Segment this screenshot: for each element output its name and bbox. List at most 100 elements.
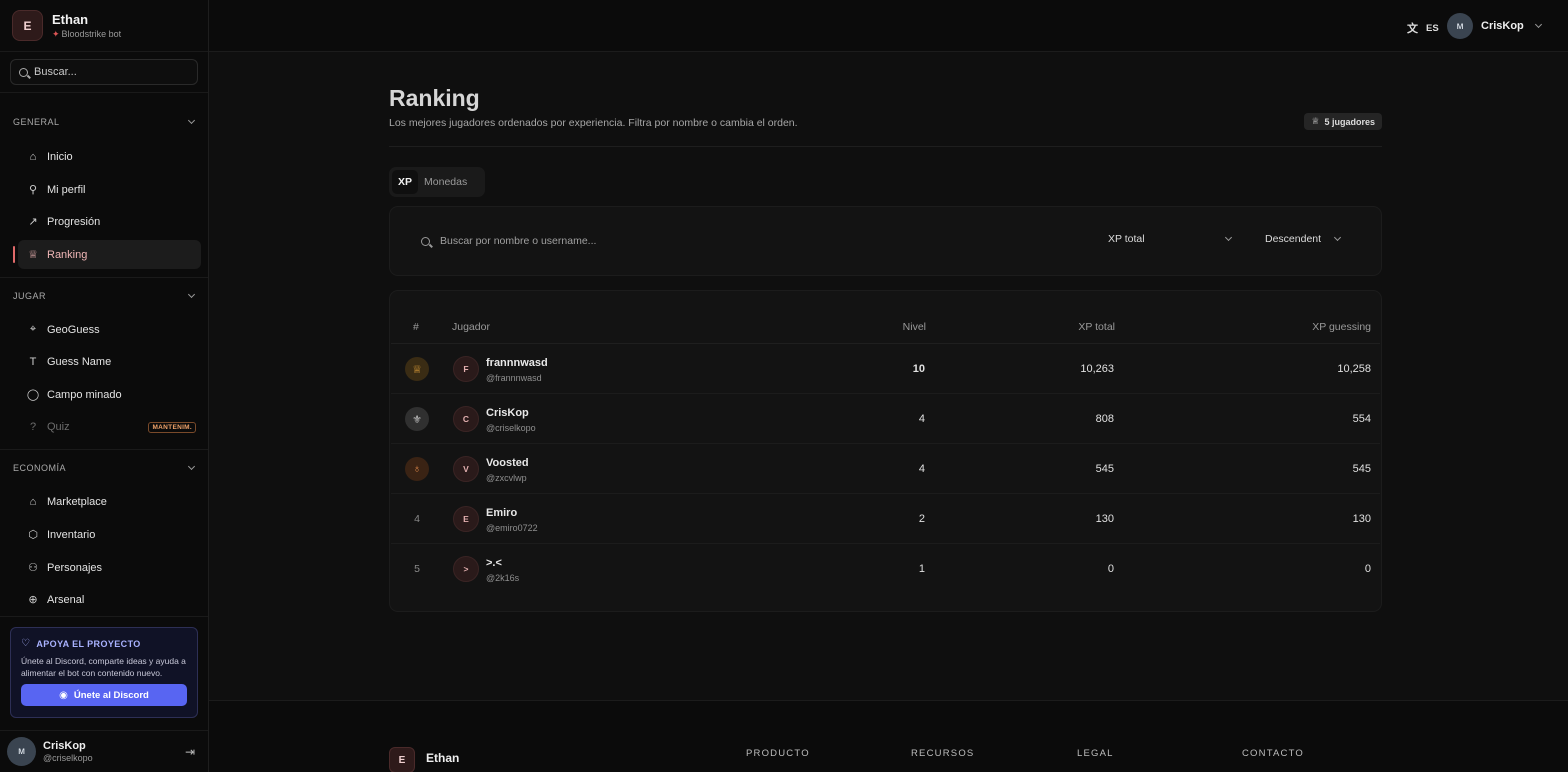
sidebar-item-campo-minado[interactable]: ◯ Campo minado: [18, 380, 201, 409]
player-rank: 4: [414, 513, 420, 525]
sidebar-item-geoguess[interactable]: ⌖ GeoGuess: [18, 315, 201, 344]
trophy-icon: ♕: [1311, 116, 1320, 126]
users-icon: ⚇: [28, 562, 38, 574]
player-xp-total: 130: [1095, 513, 1114, 525]
sidebar-item-arsenal[interactable]: ⊕ Arsenal: [18, 585, 201, 614]
chevron-down-icon: [1534, 20, 1542, 29]
player-avatar: F: [453, 356, 479, 382]
target-icon: ⊕: [28, 594, 38, 606]
player-handle: @frannnwasd: [486, 373, 542, 383]
sidebar-search[interactable]: [10, 59, 198, 85]
help-icon: ?: [29, 420, 37, 433]
footer-col-producto: PRODUCTO: [746, 748, 810, 759]
sidebar-item-guess-name[interactable]: T Guess Name: [18, 347, 201, 376]
logout-icon[interactable]: ⇥: [185, 745, 195, 759]
sidebar-item-personajes[interactable]: ⚇ Personajes: [18, 553, 201, 582]
player-name[interactable]: Voosted: [486, 457, 529, 469]
player-level: 10: [912, 363, 925, 375]
sidebar-item-quiz[interactable]: ? Quiz MANTENIM.: [18, 412, 201, 441]
chevron-down-icon: [187, 116, 196, 125]
sidebar-user[interactable]: ᴍ CrisKop @criselkopo ⇥: [0, 730, 208, 772]
sidebar-item-progresion[interactable]: ↗ Progresión: [18, 207, 201, 236]
join-discord-button[interactable]: ◉ Únete al Discord: [21, 684, 187, 706]
chevron-down-icon: [1333, 233, 1342, 242]
support-text: Únete al Discord, comparte ideas y ayuda…: [21, 656, 186, 678]
player-handle: @criselkopo: [486, 423, 536, 433]
brand[interactable]: E Ethan ✦ Bloodstrike bot: [0, 0, 208, 52]
table-row[interactable]: 5 > >.< @2k16s 1 0 0: [391, 544, 1380, 594]
section-general[interactable]: GENERAL: [0, 115, 208, 129]
tab-monedas[interactable]: Monedas: [418, 170, 473, 194]
col-rank: #: [413, 321, 419, 333]
trend-icon: ↗: [28, 216, 38, 228]
tab-xp[interactable]: XP: [392, 170, 419, 194]
sidebar-item-ranking[interactable]: ♕ Ranking: [13, 240, 201, 269]
player-avatar: E: [453, 506, 479, 532]
sidebar-item-marketplace[interactable]: ⌂ Marketplace: [18, 487, 201, 516]
maintenance-badge: MANTENIM.: [148, 422, 196, 433]
table-row[interactable]: ⚜ C CrisKop @criselkopo 4 808 554: [391, 394, 1380, 444]
sidebar-item-mi-perfil[interactable]: ⚲ Mi perfil: [18, 175, 201, 204]
crosshair-icon: ⌖: [29, 323, 37, 335]
avatar: ᴍ: [1447, 13, 1473, 39]
table-row[interactable]: ♁ V Voosted @zxcvlwp 4 545 545: [391, 444, 1380, 494]
table-row[interactable]: ♕ F frannnwasd @frannnwasd 10 10,263 10,…: [391, 344, 1380, 394]
player-level: 4: [918, 463, 925, 475]
player-handle: @zxcvlwp: [486, 473, 527, 483]
footer: E Ethan PRODUCTO RECURSOS LEGAL CONTACTO: [209, 700, 1568, 772]
table-row[interactable]: 4 E Emiro @emiro0722 2 130 130: [391, 494, 1380, 544]
search-icon: [421, 236, 430, 246]
chevron-down-icon: [187, 462, 196, 471]
language-switcher[interactable]: 文 ES: [1407, 20, 1439, 36]
support-title: APOYA EL PROYECTO: [36, 638, 141, 649]
user-icon: ⚲: [28, 184, 38, 196]
player-search-input[interactable]: [440, 235, 840, 247]
player-name[interactable]: CrisKop: [486, 407, 529, 419]
ranking-tabs: XP Monedas: [389, 167, 485, 197]
sidebar: E Ethan ✦Bloodstrike bot GENERAL ⌂Inicio…: [0, 0, 209, 772]
sidebar-search-input[interactable]: [34, 66, 184, 78]
player-count-badge: ♕ 5 jugadores: [1304, 113, 1382, 130]
player-avatar: V: [453, 456, 479, 482]
bomb-icon: ◯: [26, 389, 40, 401]
brand-subtitle: Bloodstrike bot: [61, 28, 122, 39]
player-search[interactable]: [421, 235, 840, 247]
package-icon: ⬡: [28, 529, 38, 541]
player-xp-guessing: 545: [1352, 463, 1371, 475]
player-rank: 5: [414, 563, 420, 575]
player-level: 2: [918, 513, 925, 525]
discord-icon: ◉: [59, 689, 68, 701]
sidebar-item-inicio[interactable]: ⌂ Inicio: [18, 142, 201, 171]
sidebar-item-inventario[interactable]: ⬡ Inventario: [18, 520, 201, 549]
player-name[interactable]: frannnwasd: [486, 357, 548, 369]
footer-logo: E: [389, 747, 415, 772]
award-icon: ♁: [405, 457, 429, 481]
search-icon: [19, 67, 28, 77]
main: Ranking Los mejores jugadores ordenados …: [209, 52, 1568, 700]
sidebar-user-name: CrisKop: [43, 740, 86, 752]
player-level: 4: [918, 413, 925, 425]
col-xp-total: XP total: [1078, 321, 1115, 333]
filter-card: XP total Descendent: [389, 206, 1382, 276]
chevron-down-icon: [187, 290, 196, 299]
player-name[interactable]: Emiro: [486, 507, 517, 519]
type-icon: T: [29, 355, 37, 368]
ranking-table: # Jugador Nivel XP total XP guessing ♕ F…: [389, 290, 1382, 612]
home-icon: ⌂: [29, 150, 37, 163]
player-xp-guessing: 10,258: [1337, 363, 1371, 375]
trophy-icon: ♕: [28, 249, 38, 261]
user-menu[interactable]: ᴍ CrisKop: [1447, 13, 1542, 39]
player-xp-total: 0: [1107, 563, 1114, 575]
page-title: Ranking: [389, 85, 480, 111]
medal-icon: ⚜: [405, 407, 429, 431]
player-handle: @2k16s: [486, 573, 520, 583]
player-name[interactable]: >.<: [486, 557, 502, 569]
player-xp-guessing: 0: [1364, 563, 1371, 575]
sort-field-select[interactable]: XP total: [1108, 233, 1236, 245]
section-jugar[interactable]: JUGAR: [0, 289, 208, 303]
col-level: Nivel: [902, 321, 926, 333]
section-economia[interactable]: ECONOMÍA: [0, 461, 208, 475]
sparkle-icon: ✦: [52, 28, 60, 39]
sort-order-select[interactable]: Descendent: [1265, 233, 1343, 245]
player-avatar: >: [453, 556, 479, 582]
